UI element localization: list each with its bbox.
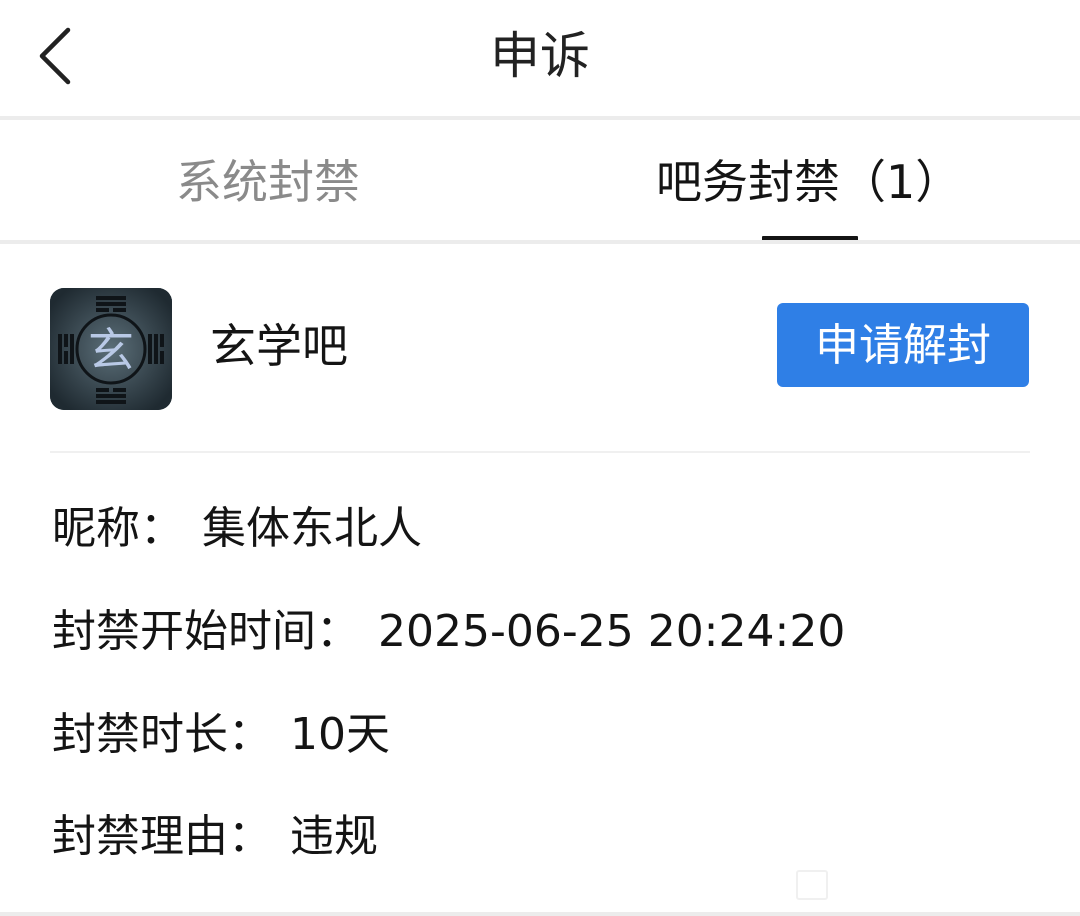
duration-label: 封禁时长 xyxy=(52,709,228,760)
tab-bar: 系统封禁 吧务封禁（1） xyxy=(0,122,1080,242)
reason-value: 违规 xyxy=(290,811,378,862)
nickname-label: 昵称 xyxy=(52,503,140,554)
nickname-value: 集体东北人 xyxy=(202,503,422,554)
start-time-label: 封禁开始时间 xyxy=(52,606,316,657)
tabs-divider xyxy=(0,240,1080,244)
duration-row: 封禁时长： 10天 xyxy=(52,706,390,764)
label-separator: ： xyxy=(228,709,272,760)
start-time-value: 2025-06-25 20:24:20 xyxy=(378,606,846,657)
start-time-row: 封禁开始时间： 2025-06-25 20:24:20 xyxy=(52,603,845,661)
page-title: 申诉 xyxy=(490,27,590,85)
header-divider xyxy=(0,116,1080,120)
duration-value: 10天 xyxy=(290,709,390,760)
forum-row: 玄 玄学吧 申请解封 xyxy=(0,246,1080,452)
bagua-logo-icon: 玄 xyxy=(50,288,172,410)
image-watermark-icon xyxy=(796,870,828,900)
apply-unban-button[interactable]: 申请解封 xyxy=(777,303,1029,387)
bottom-divider xyxy=(0,912,1080,916)
tab-system-ban[interactable]: 系统封禁 xyxy=(176,152,360,212)
tab-forum-admin-ban[interactable]: 吧务封禁（1） xyxy=(656,152,961,212)
top-bar: 申诉 xyxy=(0,0,1080,118)
label-separator: ： xyxy=(316,606,360,657)
card-divider xyxy=(50,451,1030,453)
forum-avatar[interactable]: 玄 xyxy=(50,288,172,410)
reason-label: 封禁理由 xyxy=(52,811,228,862)
avatar-glyph: 玄 xyxy=(88,323,134,377)
label-separator: ： xyxy=(140,503,184,554)
label-separator: ： xyxy=(228,811,272,862)
forum-name[interactable]: 玄学吧 xyxy=(210,316,348,376)
reason-row: 封禁理由： 违规 xyxy=(52,808,378,866)
nickname-row: 昵称： 集体东北人 xyxy=(52,500,422,558)
